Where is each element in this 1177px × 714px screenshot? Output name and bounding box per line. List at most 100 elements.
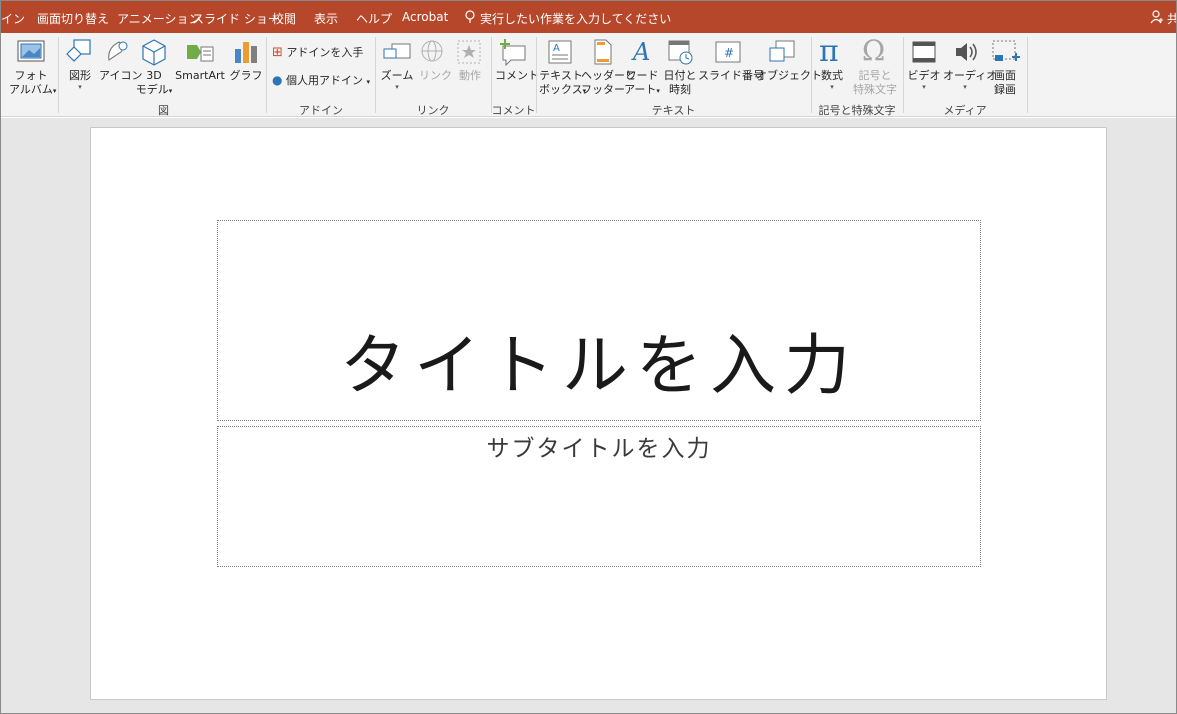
group-separator [266, 37, 267, 113]
tab-slideshow[interactable]: スライド ショー [192, 10, 280, 27]
my-addins-button[interactable]: ● 個人用アドイン ▾ [272, 73, 370, 89]
header-footer-icon [594, 39, 612, 65]
ribbon-tab-bar: イン 画面切り替え アニメーション スライド ショー 校閲 表示 ヘルプ Acr… [1, 1, 1176, 33]
shapes-label: 図形 [69, 69, 91, 82]
symbol-button[interactable]: 記号と 特殊文字 [851, 69, 899, 97]
tell-me-search[interactable]: 実行したい作業を入力してください [480, 10, 671, 27]
video-filmstrip-icon [912, 41, 936, 63]
datetime-label-1: 日付と [663, 69, 697, 82]
equation-button[interactable]: 数式 ▾ [815, 69, 849, 91]
group-label-media: メディア [943, 104, 987, 117]
object-label: オブジェクト [756, 69, 822, 82]
chevron-down-icon: ▾ [922, 83, 926, 91]
slide-number-label: スライド番号 [698, 69, 764, 82]
omega-icon: Ω [862, 34, 886, 67]
wordart-button[interactable]: ワード アート▾ [623, 69, 661, 98]
cube-3d-icon [142, 39, 166, 66]
tab-design[interactable]: イン [1, 10, 25, 27]
chevron-down-icon: ▾ [656, 87, 660, 95]
title-placeholder-text: タイトルを入力 [340, 327, 858, 404]
comment-label: コメント [495, 69, 539, 82]
addin-grid-icon: ⊞ [272, 45, 283, 60]
group-separator [58, 37, 59, 113]
object-icon [769, 40, 795, 62]
photo-album-button[interactable]: フォト アルバム▾ [9, 69, 56, 98]
shapes-button[interactable]: 図形 ▾ [63, 69, 97, 91]
3d-models-button[interactable]: 3D モデル▾ [135, 69, 173, 98]
chevron-down-icon: ▾ [168, 87, 173, 95]
3d-models-label-1: 3D [146, 69, 162, 82]
shapes-icon [66, 39, 91, 62]
textbox-button[interactable]: テキスト ボックス▾ [539, 69, 586, 98]
photo-album-label-1: フォト [14, 69, 48, 82]
smartart-label: SmartArt [175, 69, 225, 82]
wordart-label-1: ワード [625, 69, 659, 82]
chart-button[interactable]: グラフ [229, 69, 263, 83]
datetime-button[interactable]: 日付と 時刻 [662, 69, 698, 97]
speaker-icon [956, 43, 977, 61]
textbox-label-2: ボックス [539, 83, 583, 96]
screen-recording-label-2: 録画 [994, 83, 1016, 96]
group-separator [1027, 37, 1028, 113]
tab-help[interactable]: ヘルプ [356, 10, 392, 27]
group-label-text: テキスト [651, 104, 696, 117]
header-footer-label-2: フッター [581, 83, 625, 96]
screen-recording-icon [992, 40, 1020, 61]
group-label-addins: アドイン [299, 104, 343, 117]
zoom-label: ズーム [380, 69, 414, 82]
comment-button[interactable]: コメント [495, 69, 539, 83]
chevron-down-icon: ▾ [963, 83, 967, 91]
wordart-icon: A [631, 38, 650, 66]
slide-number-icon: # [715, 41, 741, 63]
action-button[interactable]: 動作 [455, 69, 485, 83]
symbol-label-2: 特殊文字 [853, 83, 897, 96]
title-placeholder[interactable]: タイトルを入力 [217, 220, 981, 421]
powerpoint-window: イン 画面切り替え アニメーション スライド ショー 校閲 表示 ヘルプ Acr… [0, 0, 1177, 714]
my-addins-icon: ● [272, 73, 283, 87]
link-globe-icon [421, 40, 443, 62]
svg-text:#: # [724, 46, 734, 60]
ribbon-insert: フォト アルバム▾ 図形 ▾ アイコン 3D モデル▾ SmartArt グラフ… [1, 33, 1176, 117]
get-addins-button[interactable]: ⊞ アドインを入手 [272, 46, 363, 60]
share-person-icon[interactable] [1150, 10, 1164, 24]
video-button[interactable]: ビデオ ▾ [907, 69, 941, 91]
get-addins-label: アドインを入手 [286, 46, 364, 59]
subtitle-placeholder[interactable]: サブタイトルを入力 [217, 426, 981, 567]
tab-animations[interactable]: アニメーション [117, 10, 201, 27]
chevron-down-icon: ▾ [830, 83, 834, 91]
zoom-button[interactable]: ズーム ▾ [379, 69, 415, 91]
textbox-icon: A [548, 40, 572, 64]
icons-button[interactable]: アイコン [99, 69, 142, 83]
tab-transitions[interactable]: 画面切り替え [37, 10, 109, 27]
group-label-comments: コメント [491, 104, 536, 117]
chevron-down-icon: ▾ [52, 87, 57, 95]
symbol-label-1: 記号と [858, 69, 892, 82]
link-label: リンク [419, 69, 452, 82]
svg-text:A: A [553, 43, 560, 54]
slide-number-button[interactable]: スライド番号 [698, 69, 764, 83]
photo-album-icon [17, 40, 45, 62]
slide-workspace: タイトルを入力 サブタイトルを入力 [1, 118, 1176, 713]
chevron-down-icon: ▾ [366, 78, 370, 86]
slide-canvas[interactable]: タイトルを入力 サブタイトルを入力 [90, 127, 1107, 700]
3d-models-label-2: モデル [135, 83, 169, 96]
screen-recording-button[interactable]: 画面 録画 [989, 69, 1021, 97]
tab-acrobat[interactable]: Acrobat [402, 10, 448, 24]
object-button[interactable]: オブジェクト [756, 69, 822, 83]
smartart-button[interactable]: SmartArt [173, 69, 227, 83]
link-button[interactable]: リンク [419, 69, 452, 83]
action-label: 動作 [459, 69, 481, 82]
my-addins-label: 個人用アドイン [285, 74, 363, 87]
audio-button[interactable]: オーディオ ▾ [943, 69, 997, 91]
lightbulb-icon [465, 10, 475, 23]
header-footer-button[interactable]: ヘッダーと フッター [581, 69, 636, 97]
tab-review[interactable]: 校閲 [272, 10, 296, 27]
tab-view[interactable]: 表示 [314, 10, 338, 27]
equation-label: 数式 [821, 69, 843, 82]
group-label-links: リンク [416, 104, 450, 117]
calendar-clock-icon [668, 40, 693, 65]
share-label[interactable]: 共 [1167, 10, 1176, 27]
zoom-icon [383, 43, 411, 59]
group-label-images: 図 [158, 104, 169, 117]
chevron-down-icon: ▾ [78, 83, 82, 91]
